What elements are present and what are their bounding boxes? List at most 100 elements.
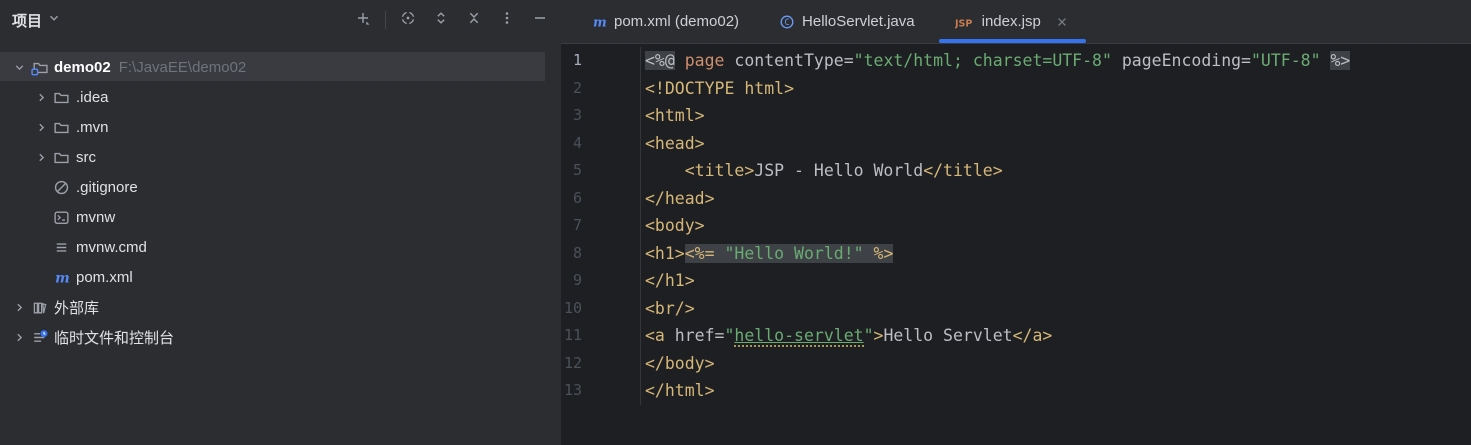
hello-servlet-link[interactable]: hello-servlet — [734, 326, 864, 347]
code-line-10[interactable]: 10 <br/> — [561, 294, 1471, 322]
code-token: "Hello World!" — [724, 243, 864, 263]
chevron-right-icon[interactable] — [8, 300, 30, 315]
code-token — [863, 243, 874, 263]
line-number: 6 — [561, 184, 641, 212]
tree-item--[interactable]: 临时文件和控制台 — [0, 322, 561, 352]
code-line-13[interactable]: 13 </html> — [561, 377, 1471, 405]
chevron-right-icon[interactable] — [30, 90, 52, 105]
code-line-1[interactable]: 1 <%@ page contentType="text/html; charse… — [561, 47, 1471, 75]
more-button[interactable] — [496, 9, 518, 31]
code-token: page — [684, 51, 725, 70]
code-token: <h1> — [645, 243, 685, 263]
minimize-icon — [532, 10, 548, 30]
code-line-7[interactable]: 7 <body> — [561, 212, 1471, 240]
code-line-5[interactable]: 5 <title>JSP - Hello World</title> — [561, 157, 1471, 185]
code-token: > — [873, 326, 884, 345]
tab-index.jsp[interactable]: JSP index.jsp — [935, 0, 1090, 43]
tree-item-.idea[interactable]: .idea — [0, 82, 561, 112]
code-line-9[interactable]: 9 </h1> — [561, 267, 1471, 295]
ignored-file-icon — [52, 178, 70, 196]
code-token: "UTF-8" — [1251, 51, 1321, 70]
expand-all-button[interactable] — [430, 9, 452, 31]
code-line-3[interactable]: 3 <html> — [561, 102, 1471, 130]
code-token: "text/html; charset=UTF-8" — [853, 51, 1112, 70]
code-line-11[interactable]: 11 <a href="hello-servlet">Hello Servlet<… — [561, 322, 1471, 350]
code-token: </body> — [645, 353, 715, 373]
line-number: 11 — [561, 322, 641, 350]
line-number: 3 — [561, 102, 641, 130]
tab-label: pom.xml (demo02) — [614, 13, 740, 30]
collapse-all-button[interactable] — [463, 9, 485, 31]
chevron-right-icon[interactable] — [30, 150, 52, 165]
ide-window: 项目 demo02 F:\JavaEE\demo02 .idea .mvn src .gi… — [0, 0, 1471, 445]
code-token: </html> — [645, 381, 715, 400]
tree-item--[interactable]: 外部库 — [0, 292, 561, 322]
library-icon — [30, 298, 48, 316]
editor-tab-bar: m pom.xml (demo02) C HelloServlet.java JSP in… — [561, 0, 1471, 44]
line-number: 12 — [561, 349, 641, 377]
tree-item-label: .gitignore — [76, 178, 138, 196]
code-text: <h1><%= "Hello World!" %> — [641, 240, 894, 268]
code-token: <br/> — [645, 298, 695, 318]
code-line-12[interactable]: 12 </body> — [561, 349, 1471, 377]
text-file-icon — [52, 238, 70, 256]
line-number: 13 — [561, 377, 641, 405]
code-token: </a> — [1012, 326, 1053, 345]
tab-HelloServlet.java[interactable]: C HelloServlet.java — [759, 0, 935, 43]
code-token: <head> — [645, 133, 705, 153]
tree-item-label: pom.xml — [76, 268, 133, 286]
code-token: <html> — [645, 106, 705, 125]
shell-file-icon — [52, 208, 70, 226]
maven-icon: m — [591, 14, 607, 30]
tree-item-label: 外部库 — [54, 299, 100, 317]
code-token: pageEncoding= — [1111, 51, 1251, 70]
line-number: 9 — [561, 267, 641, 295]
folder-icon — [52, 148, 70, 166]
tree-item-label: mvnw — [76, 208, 116, 226]
tree-item-.gitignore[interactable]: .gitignore — [0, 172, 561, 202]
code-token: <!DOCTYPE html> — [645, 78, 795, 98]
plus-icon — [355, 10, 371, 30]
tree-item-label: src — [76, 148, 96, 166]
tree-item-mvnw.cmd[interactable]: mvnw.cmd — [0, 232, 561, 262]
chevron-right-icon[interactable] — [30, 120, 52, 135]
chevron-right-icon[interactable] — [8, 330, 30, 345]
java-class-icon: C — [779, 14, 795, 30]
line-number: 5 — [561, 157, 641, 185]
chevron-down-icon[interactable] — [8, 60, 30, 75]
close-icon[interactable] — [1054, 14, 1070, 30]
code-line-6[interactable]: 6 </head> — [561, 184, 1471, 212]
tree-item-label: demo02 — [54, 58, 111, 76]
add-button[interactable] — [352, 9, 374, 31]
code-line-4[interactable]: 4 <head> — [561, 129, 1471, 157]
project-view-selector[interactable]: 项目 — [12, 10, 62, 31]
code-line-8[interactable]: 8 <h1><%= "Hello World!" %> — [561, 239, 1471, 268]
tab-pom.xml-demo02-[interactable]: m pom.xml (demo02) — [571, 0, 759, 43]
kebab-icon — [499, 10, 515, 30]
code-token — [714, 243, 725, 263]
tree-item-.mvn[interactable]: .mvn — [0, 112, 561, 142]
code-token: contentType= — [724, 51, 854, 70]
hide-button[interactable] — [529, 9, 551, 31]
tree-item-pom.xml[interactable]: m pom.xml — [0, 262, 561, 292]
line-number: 4 — [561, 129, 641, 157]
folder-icon — [52, 88, 70, 106]
locate-button[interactable] — [397, 9, 419, 31]
project-path: F:\JavaEE\demo02 — [118, 58, 247, 76]
code-line-2[interactable]: 2 <!DOCTYPE html> — [561, 74, 1471, 102]
code-text: <body> — [641, 212, 705, 240]
tree-item-label: 临时文件和控制台 — [54, 329, 175, 347]
tree-item-src[interactable]: src — [0, 142, 561, 172]
expand-icon — [433, 10, 449, 30]
code-token: href= — [664, 326, 725, 345]
code-token: <a — [645, 326, 665, 345]
tree-item-mvnw[interactable]: mvnw — [0, 202, 561, 232]
code-token: <body> — [645, 216, 705, 235]
jsp-icon: JSP — [955, 12, 975, 32]
line-number: 2 — [561, 74, 641, 102]
code-token: </title> — [923, 161, 1003, 180]
code-editor[interactable]: 1 <%@ page contentType="text/html; charse… — [561, 44, 1471, 445]
code-text: <title>JSP - Hello World</title> — [641, 157, 1003, 185]
tree-item-demo02[interactable]: demo02 F:\JavaEE\demo02 — [0, 52, 561, 82]
